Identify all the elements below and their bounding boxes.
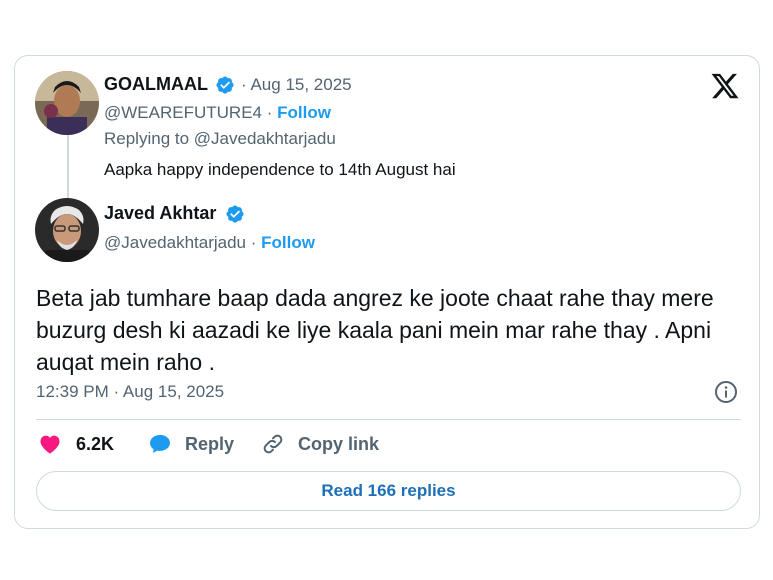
copy-link-button[interactable]: Copy link <box>261 432 379 456</box>
javed-akhtar-avatar[interactable] <box>35 198 99 262</box>
separator: · <box>266 103 273 122</box>
verified-icon <box>215 75 235 95</box>
reply-date-group: · Aug 15, 2025 <box>241 75 352 95</box>
reply-label: Reply <box>185 433 235 454</box>
reply-handle[interactable]: @WEAREFUTURE4 <box>104 103 262 122</box>
x-logo-icon[interactable] <box>710 71 740 101</box>
embedded-tweet-card: GOALMAAL · Aug 15, 2025 @WEAREFUTURE4 · … <box>14 55 760 529</box>
heart-icon <box>38 432 62 456</box>
tweet-timestamp[interactable]: 12:39 PM · Aug 15, 2025 <box>36 382 224 402</box>
goalmaal-avatar[interactable] <box>35 71 99 135</box>
read-replies-button[interactable]: Read 166 replies <box>36 471 741 511</box>
reply-icon <box>148 432 172 456</box>
divider <box>36 419 741 420</box>
reply-date[interactable]: Aug 15, 2025 <box>250 75 351 94</box>
info-icon[interactable] <box>714 380 738 404</box>
copy-link-label: Copy link <box>298 433 380 454</box>
reply-button[interactable]: Reply <box>148 432 234 456</box>
separator: · <box>250 233 257 252</box>
replying-to-label[interactable]: Replying to @Javedakhtarjadu <box>104 129 336 149</box>
author-handle[interactable]: @Javedakhtarjadu <box>104 233 246 252</box>
verified-icon <box>225 204 245 224</box>
link-icon <box>261 432 285 456</box>
reply-handle-row: @WEAREFUTURE4 · Follow <box>104 103 331 123</box>
tweet-text: Beta jab tumhare baap dada angrez ke joo… <box>36 285 714 375</box>
reply-author-name[interactable]: GOALMAAL <box>104 74 208 95</box>
reply-tweet-text: Aapka happy independence to 14th August … <box>104 160 456 179</box>
separator: · <box>241 75 247 94</box>
follow-link[interactable]: Follow <box>277 103 331 122</box>
like-button[interactable]: 6.2K <box>38 432 114 456</box>
like-count: 6.2K <box>76 433 115 454</box>
author-handle-row: @Javedakhtarjadu · Follow <box>104 233 315 253</box>
author-name[interactable]: Javed Akhtar <box>104 203 216 224</box>
follow-link[interactable]: Follow <box>261 233 315 252</box>
